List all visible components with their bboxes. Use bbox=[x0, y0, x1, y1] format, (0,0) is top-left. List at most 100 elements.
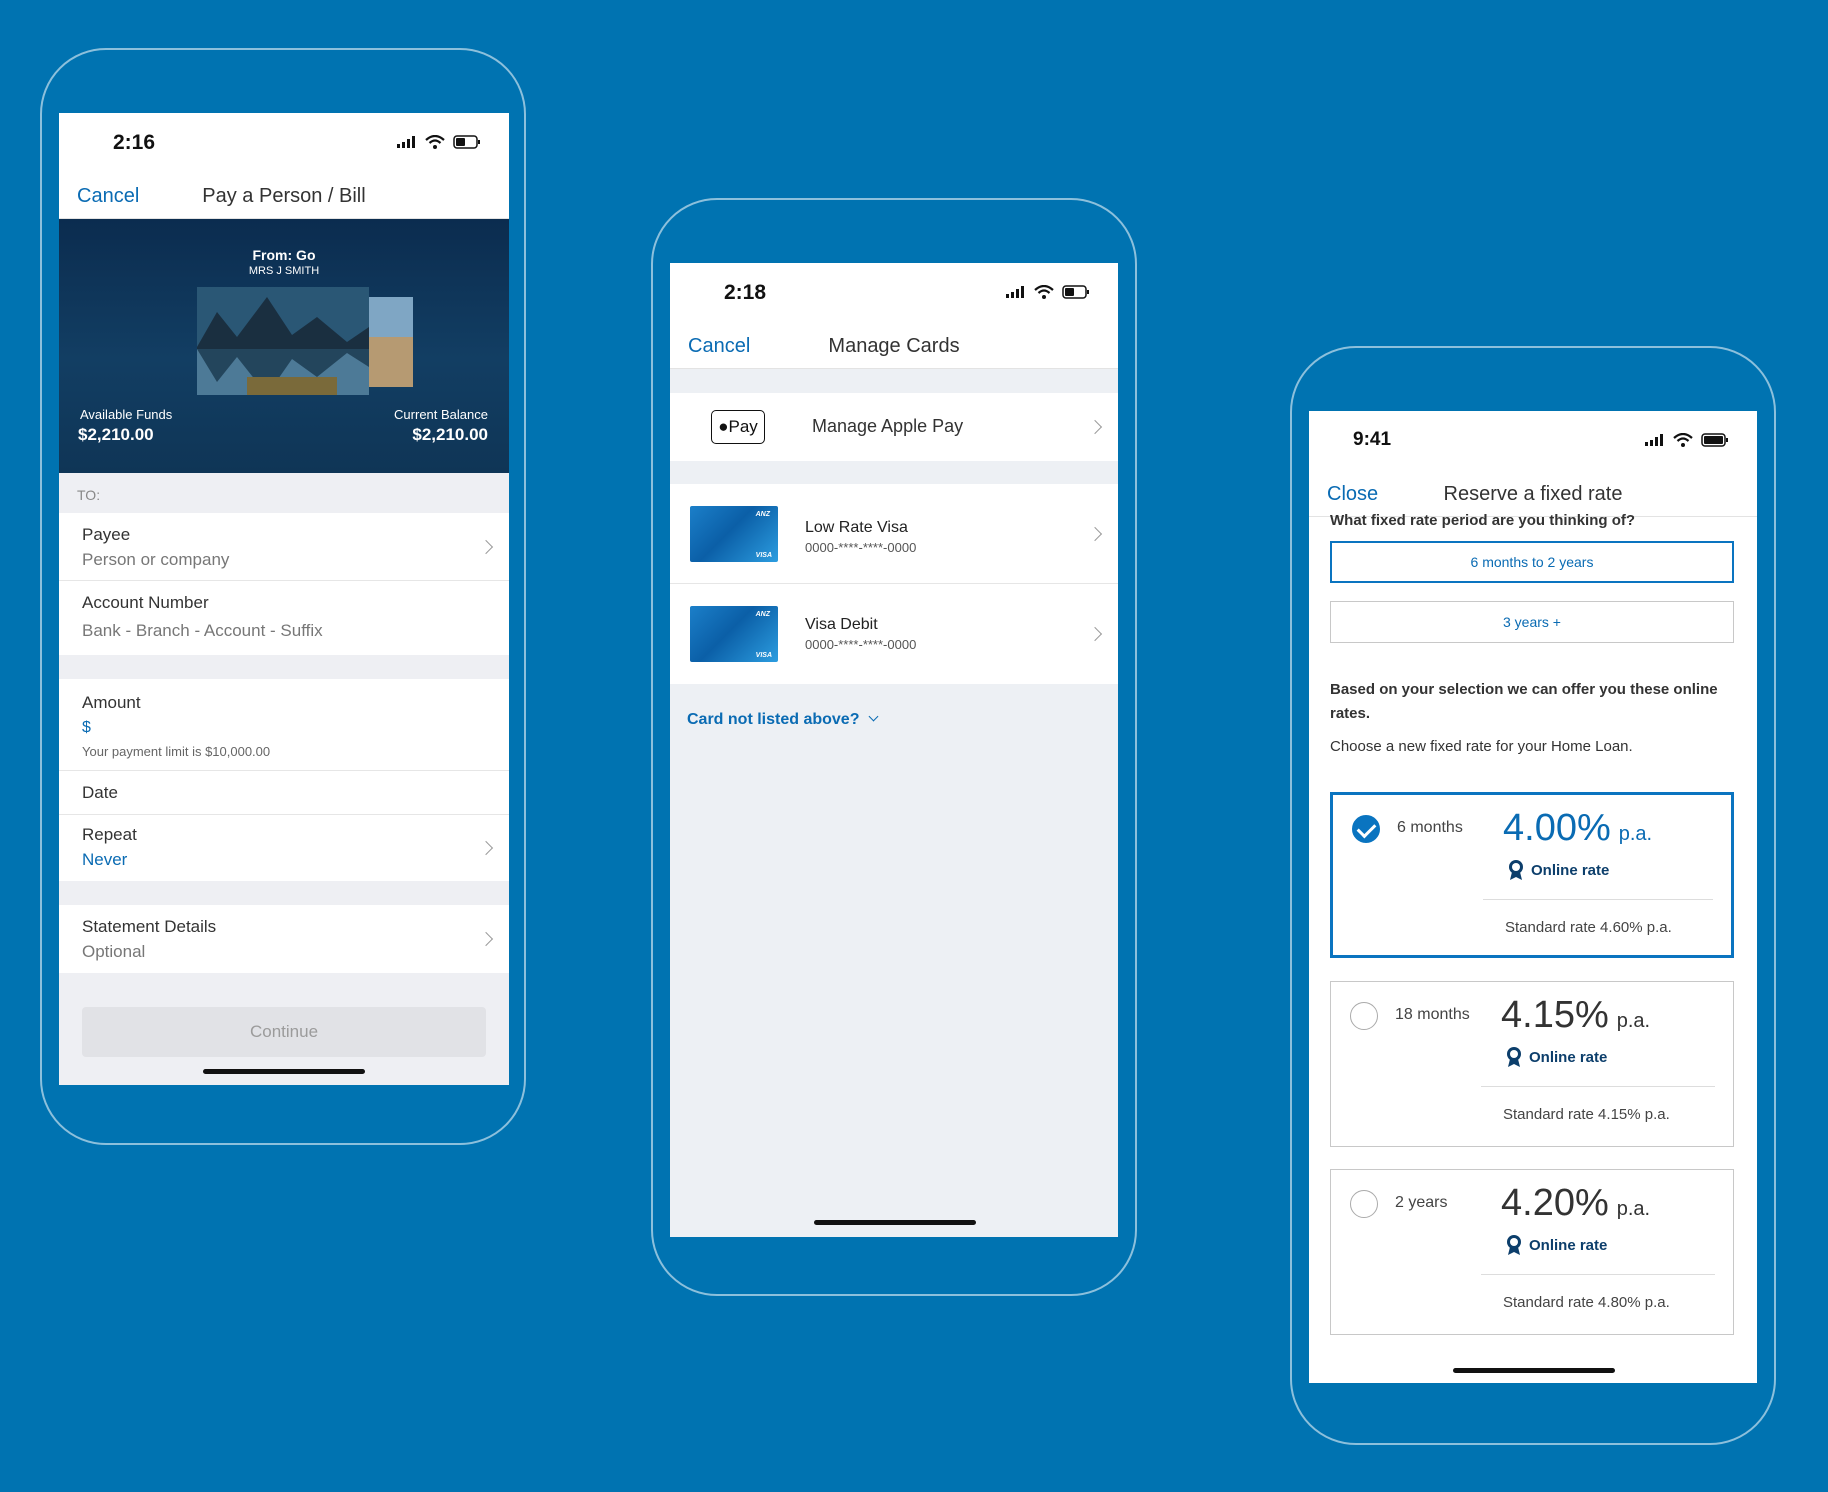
date-label: Date bbox=[82, 783, 118, 802]
statement-details-row[interactable]: Statement Details Optional bbox=[59, 905, 509, 973]
account-hero[interactable]: From: Go MRS J SMITH Available Funds $2,… bbox=[59, 219, 509, 473]
chevron-right-icon bbox=[1087, 626, 1103, 642]
apple-pay-icon: ●Pay bbox=[711, 410, 765, 444]
payee-label: Payee bbox=[82, 525, 131, 544]
status-icons bbox=[1645, 433, 1729, 447]
manage-apple-pay-row[interactable]: ●Pay Manage Apple Pay bbox=[670, 393, 1118, 461]
chevron-right-icon bbox=[1087, 526, 1103, 542]
radio-icon bbox=[1350, 1002, 1378, 1030]
status-bar: 2:16 bbox=[59, 113, 509, 175]
rate-option-6-months[interactable]: 6 months 4.00% p.a. Online rate Standard … bbox=[1330, 792, 1734, 958]
account-card-image bbox=[197, 287, 413, 395]
page-title: Manage Cards bbox=[828, 335, 960, 357]
amount-currency: $ bbox=[82, 719, 91, 736]
online-rate-badge: Online rate bbox=[1507, 859, 1609, 881]
statement-details-label: Statement Details bbox=[82, 917, 217, 936]
battery-icon bbox=[453, 135, 480, 149]
signal-icon bbox=[1006, 286, 1024, 298]
amount-label: Amount bbox=[82, 693, 141, 712]
current-balance-label: Current Balance bbox=[394, 407, 488, 422]
fixed-rate-navbar: Close Reserve a fixed rate bbox=[1309, 473, 1757, 517]
status-time: 2:16 bbox=[113, 131, 156, 154]
card-number: 0000-****-****-0000 bbox=[805, 637, 917, 652]
battery-icon bbox=[1701, 433, 1728, 447]
signal-icon bbox=[397, 136, 415, 148]
rate-option-2-years[interactable]: 2 years 4.20% p.a. Online rate Standard r… bbox=[1330, 1169, 1734, 1335]
manage-apple-pay-label: Manage Apple Pay bbox=[812, 416, 964, 436]
chevron-right-icon bbox=[478, 840, 494, 856]
fixed-rate-screen: 9:41 Close Reserve a fixed rate What fix… bbox=[1309, 411, 1757, 1383]
rate-option-18-months[interactable]: 18 months 4.15% p.a. Online rate Standard… bbox=[1330, 981, 1734, 1147]
status-bar: 2:18 bbox=[670, 263, 1118, 325]
radio-icon bbox=[1350, 1190, 1378, 1218]
card-row-low-rate-visa[interactable]: ANZ VISA Low Rate Visa 0000-****-****-00… bbox=[670, 484, 1118, 584]
award-ribbon-icon bbox=[1507, 1047, 1521, 1067]
status-icons bbox=[1006, 285, 1090, 299]
to-label: TO: bbox=[77, 487, 101, 503]
card-not-listed-link[interactable]: Card not listed above? bbox=[687, 711, 879, 729]
status-time: 2:18 bbox=[724, 281, 767, 304]
rate-value: 4.00% p.a. bbox=[1503, 807, 1653, 849]
cards-navbar: Cancel Manage Cards bbox=[670, 325, 1118, 369]
rate-value: 4.15% p.a. bbox=[1501, 994, 1651, 1036]
signal-icon bbox=[1645, 434, 1663, 446]
standard-rate: Standard rate 4.60% p.a. bbox=[1505, 919, 1672, 936]
rate-period: 6 months bbox=[1397, 819, 1463, 836]
online-rate-badge: Online rate bbox=[1505, 1234, 1607, 1256]
repeat-value: Never bbox=[82, 850, 128, 869]
low-rate-visa-card-image: ANZ VISA bbox=[690, 506, 778, 562]
segment-3-years-plus[interactable]: 3 years + bbox=[1330, 601, 1734, 643]
rate-period: 18 months bbox=[1395, 1006, 1470, 1023]
section-spacer bbox=[59, 881, 509, 905]
to-section-header: TO: bbox=[59, 473, 509, 513]
status-icons bbox=[397, 135, 481, 149]
home-indicator[interactable] bbox=[1453, 1368, 1615, 1373]
standard-rate: Standard rate 4.15% p.a. bbox=[1503, 1106, 1670, 1123]
page-title: Reserve a fixed rate bbox=[1443, 483, 1623, 505]
status-bar: 9:41 bbox=[1309, 411, 1757, 473]
account-holder: MRS J SMITH bbox=[248, 265, 320, 277]
pay-navbar: Cancel Pay a Person / Bill bbox=[59, 175, 509, 219]
visa-debit-card-image: ANZ VISA bbox=[690, 606, 778, 662]
home-indicator[interactable] bbox=[203, 1069, 365, 1074]
rate-period: 2 years bbox=[1395, 1194, 1448, 1211]
card-name: Visa Debit bbox=[805, 616, 878, 633]
from-account: From: Go bbox=[252, 247, 316, 263]
status-time: 9:41 bbox=[1353, 429, 1392, 450]
section-spacer bbox=[59, 655, 509, 679]
available-funds-label: Available Funds bbox=[80, 407, 173, 422]
repeat-row[interactable]: Repeat Never bbox=[59, 815, 509, 881]
apple-logo-icon: ● bbox=[718, 417, 729, 436]
payment-limit-hint: Your payment limit is $10,000.00 bbox=[82, 744, 271, 759]
segment-6-months-to-2-years[interactable]: 6 months to 2 years bbox=[1330, 541, 1734, 583]
card-name: Low Rate Visa bbox=[805, 519, 908, 536]
card-row-visa-debit[interactable]: ANZ VISA Visa Debit 0000-****-****-0000 bbox=[670, 584, 1118, 684]
account-number-label: Account Number bbox=[82, 593, 209, 612]
date-row[interactable]: Date bbox=[59, 771, 509, 815]
repeat-label: Repeat bbox=[82, 825, 137, 844]
rate-value: 4.20% p.a. bbox=[1501, 1182, 1651, 1224]
home-indicator[interactable] bbox=[814, 1220, 976, 1225]
chevron-right-icon bbox=[478, 539, 494, 555]
chevron-down-icon bbox=[868, 711, 879, 722]
wifi-icon bbox=[1034, 285, 1054, 299]
payee-placeholder: Person or company bbox=[82, 550, 230, 569]
pay-screen: 2:16 Cancel Pay a Person / Bill From: Go… bbox=[59, 113, 509, 1085]
period-question: What fixed rate period are you thinking … bbox=[1330, 512, 1636, 529]
card-number: 0000-****-****-0000 bbox=[805, 540, 917, 555]
chevron-right-icon bbox=[1087, 419, 1103, 435]
wifi-icon bbox=[1673, 433, 1693, 447]
account-number-field[interactable]: Account Number Bank - Branch - Account -… bbox=[59, 581, 509, 655]
amount-field[interactable]: Amount $ Your payment limit is $10,000.0… bbox=[59, 679, 509, 771]
current-balance-value: $2,210.00 bbox=[412, 425, 488, 444]
online-rate-badge: Online rate bbox=[1505, 1046, 1607, 1068]
award-ribbon-icon bbox=[1509, 860, 1523, 880]
standard-rate: Standard rate 4.80% p.a. bbox=[1503, 1294, 1670, 1311]
continue-button[interactable]: Continue bbox=[82, 1007, 486, 1057]
based-on-selection-text: Based on your selection we can offer you… bbox=[1330, 681, 1718, 722]
award-ribbon-icon bbox=[1507, 1235, 1521, 1255]
statement-details-value: Optional bbox=[82, 942, 146, 961]
available-funds-value: $2,210.00 bbox=[78, 425, 154, 444]
account-number-placeholder: Bank - Branch - Account - Suffix bbox=[82, 621, 323, 640]
payee-row[interactable]: Payee Person or company bbox=[59, 513, 509, 581]
